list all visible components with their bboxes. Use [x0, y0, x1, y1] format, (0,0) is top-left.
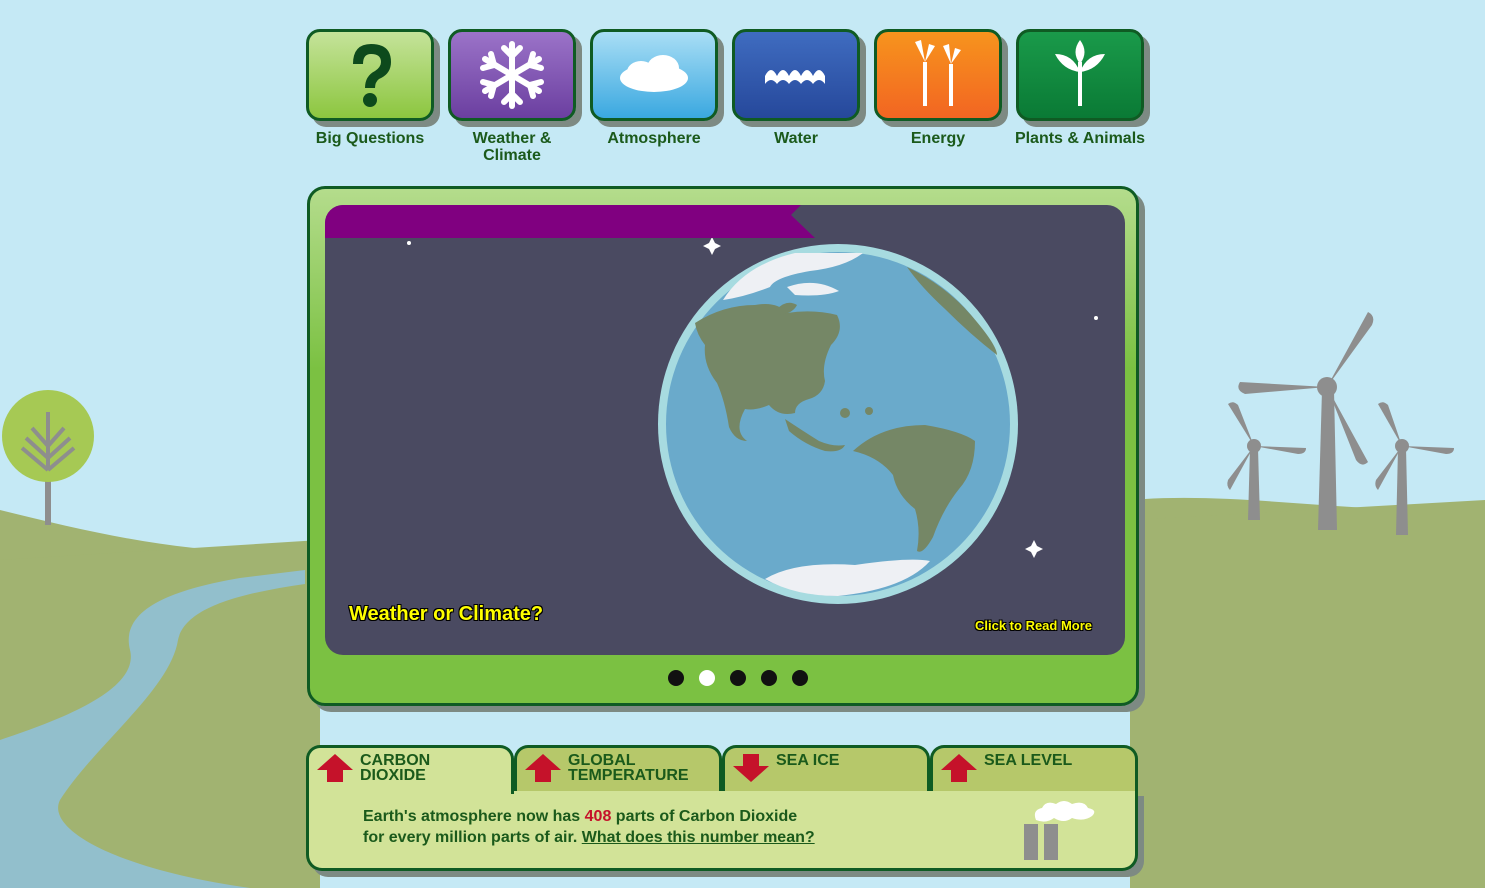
tab-label-line2: DIOXIDE	[360, 767, 426, 784]
slide-dot-2[interactable]	[699, 670, 715, 686]
waves-icon	[765, 70, 825, 84]
tab-label-line2: TEMPERATURE	[568, 767, 689, 784]
nav-label-energy: Energy	[910, 130, 966, 147]
nav-tile-plants-animals[interactable]	[1016, 29, 1144, 121]
nav-label-water: Water	[774, 130, 818, 147]
caption-ribbon	[325, 205, 815, 238]
arrow-up-icon	[941, 754, 977, 782]
slideshow-panel: Weather or Climate? Click to Read More	[307, 186, 1139, 706]
tab-sea-ice-label: SEA ICE	[776, 752, 840, 769]
slide-dot-4[interactable]	[761, 670, 777, 686]
slide-dot-3[interactable]	[730, 670, 746, 686]
tab-sea-level-label: SEA LEVEL	[984, 752, 1073, 769]
vital-text-before: Earth's atmosphere now has	[363, 808, 585, 825]
vital-line2-text: for every million parts of air.	[363, 829, 582, 846]
tab-sea-ice[interactable]: SEA ICE	[722, 745, 930, 791]
nav-tile-energy[interactable]	[874, 29, 1002, 121]
nav-label-plants-animals: Plants & Animals	[1014, 130, 1146, 147]
snowflake-icon	[480, 41, 544, 109]
question-icon	[353, 44, 391, 107]
topic-nav: Big Questions Weather & Climate Atmosphe…	[306, 29, 1146, 169]
vital-signs-content: Earth's atmosphere now has 408 parts of …	[306, 790, 1138, 871]
tab-global-temperature-label: GLOBAL TEMPERATURE	[568, 753, 718, 784]
nav-label-atmosphere: Atmosphere	[607, 130, 701, 147]
plant-sprout-icon	[1055, 40, 1105, 106]
nav-tile-weather-climate[interactable]	[448, 29, 576, 121]
read-more-link[interactable]: Click to Read More	[975, 618, 1092, 633]
nav-label-weather-climate: Weather & Climate	[472, 130, 552, 164]
slide-image[interactable]: Weather or Climate? Click to Read More	[325, 205, 1125, 655]
slide-caption: Weather or Climate?	[349, 603, 544, 625]
nav-tile-big-questions[interactable]	[306, 29, 434, 121]
wind-turbine-icon	[915, 40, 961, 106]
nav-tile-water[interactable]	[732, 29, 860, 121]
tab-global-temperature[interactable]: GLOBAL TEMPERATURE	[514, 745, 722, 791]
vital-sign-description-line2: for every million parts of air. What doe…	[363, 829, 815, 847]
vital-sign-description-line1: Earth's atmosphere now has 408 parts of …	[363, 808, 797, 826]
vital-signs-panel: Earth's atmosphere now has 408 parts of …	[306, 745, 1140, 873]
vital-text-after: parts of Carbon Dioxide	[611, 808, 798, 825]
arrow-down-icon	[733, 754, 769, 782]
tree-illustration	[2, 390, 94, 525]
arrow-up-icon	[525, 754, 561, 782]
nav-label-big-questions: Big Questions	[315, 130, 425, 147]
number-meaning-link[interactable]: What does this number mean?	[582, 829, 815, 846]
tab-carbon-dioxide[interactable]: CARBON DIOXIDE	[306, 745, 514, 794]
arrow-up-icon	[317, 754, 353, 782]
slide-dot-1[interactable]	[668, 670, 684, 686]
earth-illustration	[407, 237, 1098, 604]
vital-value: 408	[584, 808, 612, 825]
tab-sea-level[interactable]: SEA LEVEL	[930, 745, 1138, 791]
tab-carbon-dioxide-label: CARBON DIOXIDE	[360, 753, 510, 784]
nav-tile-atmosphere[interactable]	[590, 29, 718, 121]
factory-smokestack-icon	[1024, 801, 1095, 860]
cloud-icon	[620, 55, 688, 92]
slide-dot-5[interactable]	[792, 670, 808, 686]
